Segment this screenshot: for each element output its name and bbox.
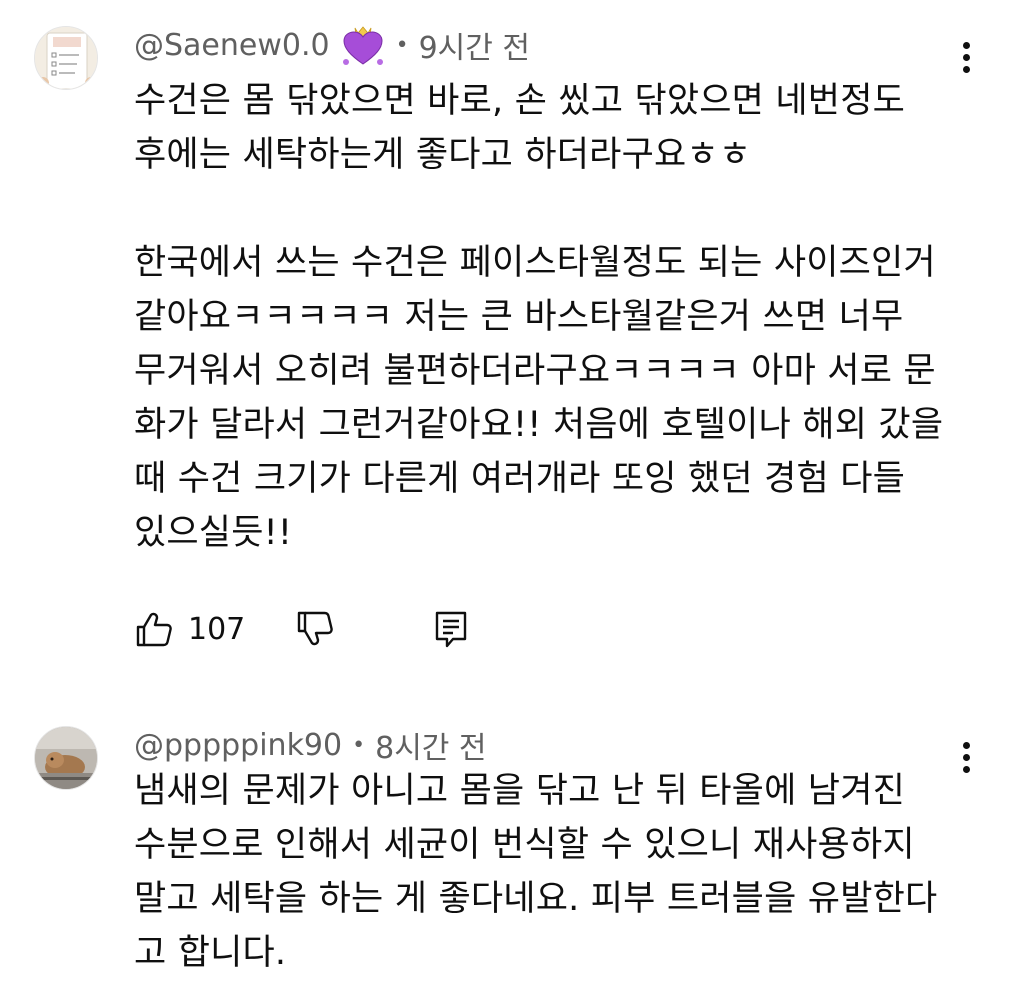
avatar-image [35, 727, 97, 789]
comment-timestamp: 8시간 전 [375, 731, 487, 766]
comment-header: @Saenew0.0 • 9시간 전 [134, 20, 530, 70]
separator-dot: • [352, 732, 366, 758]
comment-header: @pppppink90 • 8시간 전 [134, 720, 487, 770]
separator-dot: • [395, 32, 409, 58]
avatar[interactable] [34, 26, 98, 90]
author-name[interactable]: @Saenew0.0 [134, 28, 330, 63]
purple-heart-crown-badge-icon [342, 26, 383, 65]
comment-item: @pppppink90 • 8시간 전 냄새의 문제가 아니고 몸을 닦고 난 … [0, 700, 1024, 1004]
thumbs-up-icon[interactable] [134, 609, 174, 649]
more-vertical-icon [960, 42, 972, 73]
reply-comment-icon[interactable] [431, 609, 471, 649]
comment-text: 수건은 몸 닦았으면 바로, 손 씼고 닦았으면 네번정도 후에는 세탁하는게 … [134, 81, 944, 553]
avatar[interactable] [34, 726, 98, 790]
like-count: 107 [188, 611, 246, 647]
author-name[interactable]: @pppppink90 [134, 728, 342, 763]
comment-actions: 107 [134, 604, 471, 654]
comment-text: 냄새의 문제가 아니고 몸을 닦고 난 뒤 타올에 남겨진 수분으로 인해서 세… [134, 771, 938, 973]
more-options-button[interactable] [960, 42, 972, 78]
comment-item: @Saenew0.0 • 9시간 전 수건은 몸 닦았으면 바로, 손 씼고 닦… [0, 0, 1024, 700]
thumbs-down-icon[interactable] [295, 609, 335, 649]
avatar-image [35, 27, 97, 89]
comment-timestamp: 9시간 전 [418, 31, 531, 66]
